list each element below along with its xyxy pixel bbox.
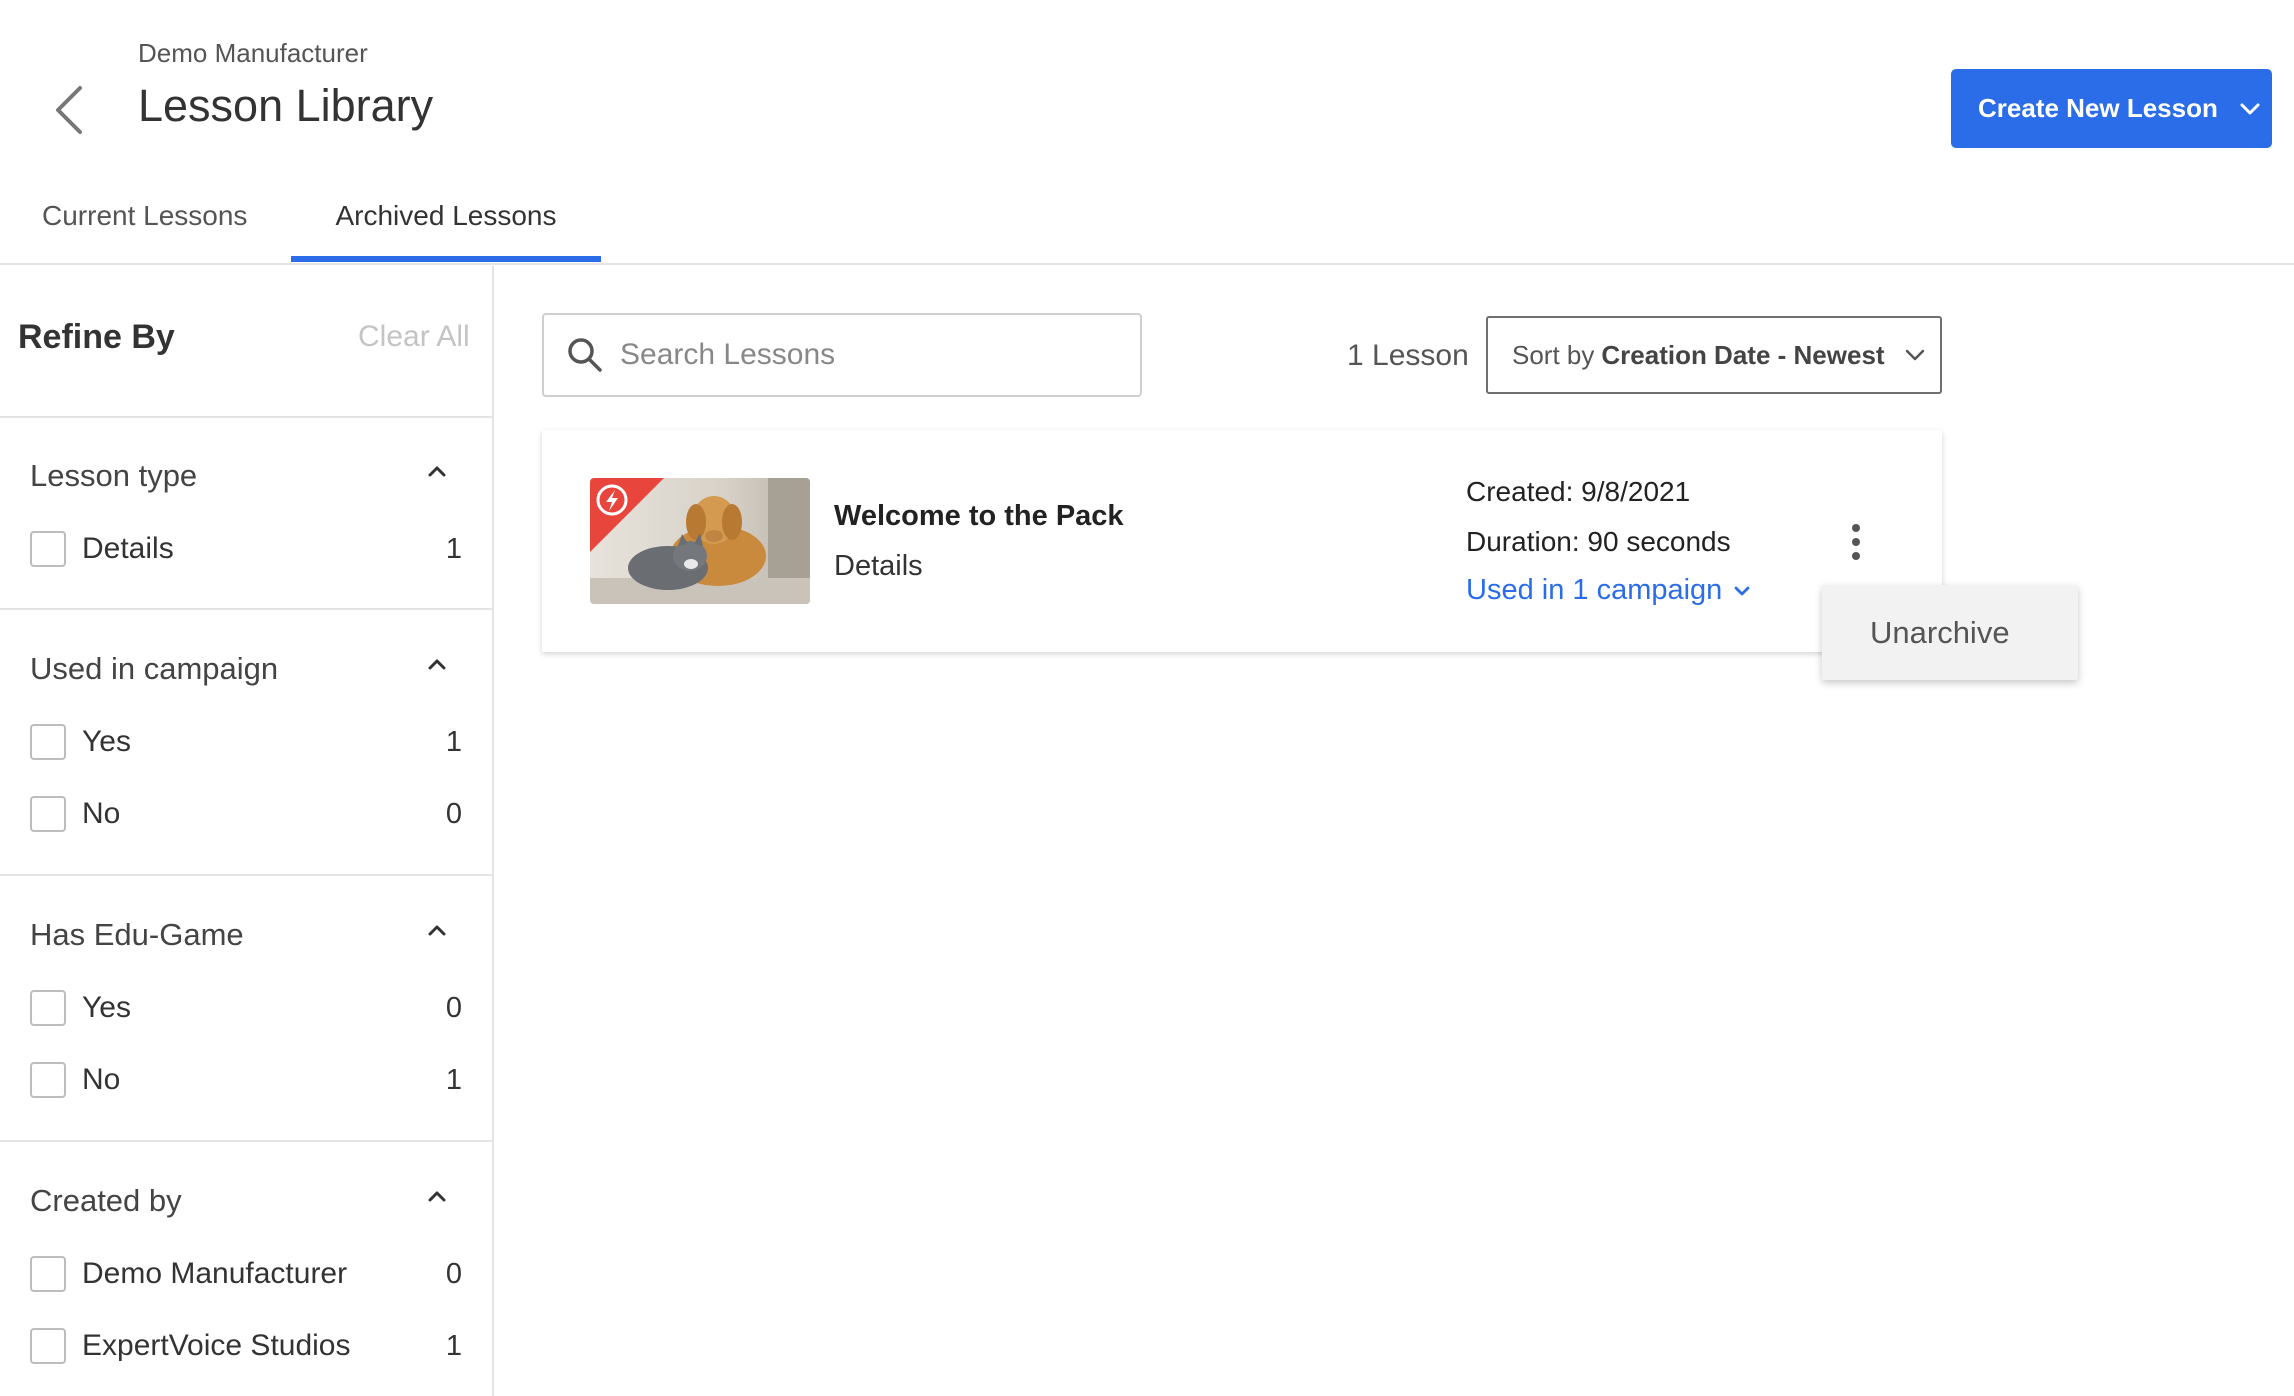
sort-prefix: Sort by — [1512, 339, 1595, 370]
filter-group-has-edu-game-title: Has Edu-Game — [30, 917, 244, 952]
filter-option-expertvoice-studios[interactable]: ExpertVoice Studios 1 — [30, 1326, 462, 1366]
filter-group-created-by-title: Created by — [30, 1183, 182, 1218]
refine-by-title: Refine By — [18, 318, 175, 356]
chevron-up-icon[interactable] — [422, 649, 452, 679]
create-new-lesson-button[interactable]: Create New Lesson — [1951, 69, 2272, 148]
unarchive-menu-item[interactable]: Unarchive — [1822, 585, 2078, 680]
filter-group-used-in-campaign-title: Used in campaign — [30, 651, 279, 686]
filter-option-label: Yes — [82, 725, 131, 758]
search-input[interactable] — [620, 338, 1120, 372]
chevron-down-icon — [1905, 349, 1924, 361]
lesson-type: Details — [834, 550, 923, 582]
lesson-duration: Duration: 90 seconds — [1466, 526, 1731, 557]
filter-group-lesson-type-title: Lesson type — [30, 458, 198, 493]
more-options-icon[interactable] — [1842, 520, 1870, 564]
chevron-up-icon[interactable] — [422, 915, 452, 945]
filter-option-label: Details — [82, 532, 174, 565]
filter-option-count: 1 — [445, 1063, 462, 1096]
divider — [0, 1140, 492, 1142]
tab-current-lessons[interactable]: Current Lessons — [42, 200, 247, 262]
divider — [0, 608, 492, 610]
filter-option-count: 0 — [445, 797, 462, 830]
checkbox[interactable] — [30, 1328, 66, 1364]
chevron-up-icon[interactable] — [422, 1181, 452, 1211]
lesson-created: Created: 9/8/2021 — [1466, 476, 1691, 507]
filter-option-count: 1 — [445, 1329, 462, 1362]
checkbox[interactable] — [30, 724, 66, 760]
filter-option-count: 1 — [445, 725, 462, 758]
page-title: Lesson Library — [138, 80, 434, 131]
filter-sidebar: Refine By Clear All Lesson type Details … — [0, 266, 494, 1396]
used-in-campaign-link[interactable]: Used in 1 campaign — [1466, 574, 1752, 607]
filter-option-demo-manufacturer[interactable]: Demo Manufacturer 0 — [30, 1254, 462, 1294]
filter-option-label: No — [82, 797, 121, 830]
search-box[interactable] — [542, 313, 1142, 397]
filter-option-label: Demo Manufacturer — [82, 1257, 348, 1290]
chevron-down-icon — [2240, 103, 2260, 114]
chevron-up-icon[interactable] — [422, 456, 452, 486]
divider — [0, 874, 492, 876]
lightning-badge-icon — [590, 478, 664, 552]
filter-option-used-no[interactable]: No 0 — [30, 794, 462, 834]
sort-dropdown[interactable]: Sort by Creation Date - Newest — [1486, 316, 1942, 394]
filter-option-used-yes[interactable]: Yes 1 — [30, 722, 462, 762]
checkbox[interactable] — [30, 1062, 66, 1098]
search-icon — [568, 338, 602, 372]
filter-option-label: Yes — [82, 991, 131, 1024]
filter-option-label: ExpertVoice Studios — [82, 1329, 351, 1362]
lesson-count: 1 Lesson — [1347, 339, 1469, 372]
filter-option-edu-game-yes[interactable]: Yes 0 — [30, 988, 462, 1028]
sort-value: Creation Date - Newest — [1601, 339, 1885, 370]
back-button[interactable] — [48, 82, 92, 138]
create-new-lesson-label: Create New Lesson — [1978, 93, 2218, 123]
filter-option-edu-game-no[interactable]: No 1 — [30, 1060, 462, 1100]
filter-option-count: 1 — [445, 532, 462, 565]
filter-option-label: No — [82, 1063, 121, 1096]
filter-option-count: 0 — [445, 991, 462, 1024]
checkbox[interactable] — [30, 531, 66, 567]
page-header: Demo Manufacturer Lesson Library Create … — [0, 0, 2294, 265]
tab-archived-lessons[interactable]: Archived Lessons — [291, 200, 601, 262]
divider — [0, 416, 492, 418]
filter-option-details[interactable]: Details 1 — [30, 529, 462, 569]
checkbox[interactable] — [30, 796, 66, 832]
company-name: Demo Manufacturer — [138, 38, 368, 68]
chevron-down-icon — [1734, 586, 1750, 595]
checkbox[interactable] — [30, 1256, 66, 1292]
chevron-left-icon — [56, 86, 82, 134]
lesson-thumbnail — [590, 478, 810, 604]
used-in-campaign-label: Used in 1 campaign — [1466, 574, 1723, 606]
checkbox[interactable] — [30, 990, 66, 1026]
clear-all-button[interactable]: Clear All — [358, 320, 470, 354]
lesson-card[interactable]: Welcome to the Pack Details Created: 9/8… — [542, 430, 1942, 652]
filter-option-count: 0 — [445, 1257, 462, 1290]
lesson-name[interactable]: Welcome to the Pack — [834, 500, 1124, 533]
